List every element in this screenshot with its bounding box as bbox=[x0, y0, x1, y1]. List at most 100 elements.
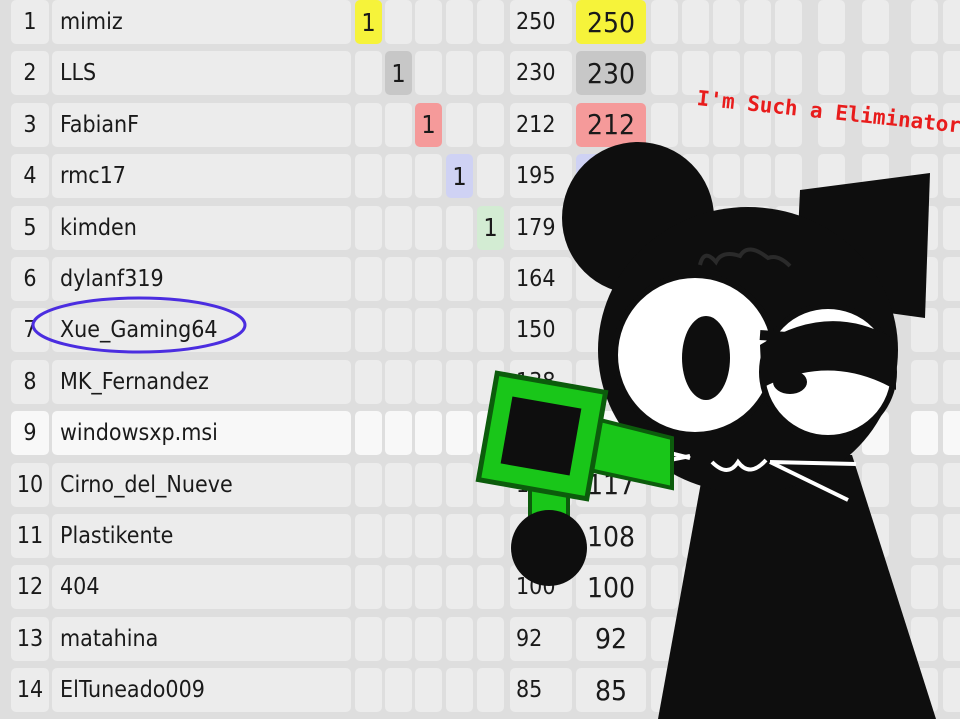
rank-cell: 13 bbox=[11, 616, 49, 661]
empty-cell bbox=[943, 308, 960, 353]
total-cell: 117 bbox=[576, 462, 646, 507]
round-cell: 1 bbox=[385, 51, 412, 96]
empty-cell bbox=[744, 0, 771, 44]
empty-cell bbox=[775, 359, 802, 404]
empty-cell bbox=[682, 514, 709, 558]
total-cell: 1 bbox=[576, 359, 646, 404]
empty-cell bbox=[682, 308, 709, 353]
player-name: MK_Fernandez bbox=[52, 359, 351, 404]
round-cell bbox=[477, 257, 504, 301]
player-name: 404 bbox=[52, 565, 351, 610]
empty-cell bbox=[911, 308, 938, 353]
round-cell bbox=[385, 257, 412, 301]
empty-cell bbox=[943, 51, 960, 96]
empty-cell bbox=[862, 0, 889, 44]
total-cell bbox=[576, 411, 646, 456]
empty-cell bbox=[713, 257, 740, 301]
round-cell bbox=[355, 514, 382, 558]
round-cell bbox=[415, 205, 442, 250]
total-cell: 250 bbox=[576, 0, 646, 44]
round-cell bbox=[477, 565, 504, 610]
empty-cell bbox=[943, 205, 960, 250]
player-name: Xue_Gaming64 bbox=[52, 308, 351, 353]
empty-cell bbox=[682, 0, 709, 44]
rank-cell: 2 bbox=[11, 51, 49, 96]
empty-cell bbox=[818, 359, 845, 404]
empty-cell bbox=[713, 154, 740, 199]
empty-cell bbox=[713, 514, 740, 558]
empty-cell bbox=[862, 514, 889, 558]
empty-cell bbox=[651, 514, 678, 558]
empty-cell bbox=[943, 668, 960, 713]
player-name: dylanf319 bbox=[52, 257, 351, 301]
empty-cell bbox=[911, 668, 938, 713]
empty-cell bbox=[911, 616, 938, 661]
round-cell bbox=[446, 668, 473, 713]
rank-cell: 9 bbox=[11, 411, 49, 456]
round-cell bbox=[415, 154, 442, 199]
empty-cell bbox=[775, 205, 802, 250]
empty-cell bbox=[651, 51, 678, 96]
empty-cell bbox=[775, 411, 802, 456]
empty-cell bbox=[651, 257, 678, 301]
empty-cell bbox=[943, 616, 960, 661]
round-cell bbox=[355, 102, 382, 147]
empty-cell bbox=[651, 668, 678, 713]
empty-cell bbox=[775, 565, 802, 610]
round-cell bbox=[446, 308, 473, 353]
empty-cell bbox=[651, 462, 678, 507]
rank-cell: 10 bbox=[11, 462, 49, 507]
round-cell: 1 bbox=[477, 205, 504, 250]
points-cell: 92 bbox=[510, 616, 572, 661]
empty-cell bbox=[651, 308, 678, 353]
total-cell: 212 bbox=[576, 102, 646, 147]
points-cell: 179 bbox=[510, 205, 572, 250]
empty-cell bbox=[818, 205, 845, 250]
empty-cell bbox=[682, 616, 709, 661]
empty-cell bbox=[713, 0, 740, 44]
round-cell bbox=[415, 0, 442, 44]
empty-cell bbox=[862, 257, 889, 301]
empty-cell bbox=[818, 257, 845, 301]
round-cell bbox=[477, 51, 504, 96]
empty-cell bbox=[744, 462, 771, 507]
empty-cell bbox=[862, 205, 889, 250]
round-cell bbox=[385, 565, 412, 610]
points-cell: 138 bbox=[510, 359, 572, 404]
empty-cell bbox=[713, 359, 740, 404]
round-cell bbox=[446, 514, 473, 558]
points-cell bbox=[510, 411, 572, 456]
empty-cell bbox=[943, 359, 960, 404]
empty-cell bbox=[818, 616, 845, 661]
round-cell bbox=[477, 668, 504, 713]
round-cell bbox=[446, 411, 473, 456]
empty-cell bbox=[943, 462, 960, 507]
empty-cell bbox=[713, 462, 740, 507]
round-cell bbox=[446, 102, 473, 147]
round-cell bbox=[446, 257, 473, 301]
points-cell: 195 bbox=[510, 154, 572, 199]
total-cell: 100 bbox=[576, 565, 646, 610]
empty-cell bbox=[713, 205, 740, 250]
empty-cell bbox=[744, 154, 771, 199]
total-cell: 85 bbox=[576, 668, 646, 713]
player-name: Cirno_del_Nueve bbox=[52, 462, 351, 507]
empty-cell bbox=[651, 0, 678, 44]
empty-cell bbox=[943, 514, 960, 558]
empty-cell bbox=[713, 411, 740, 456]
empty-cell bbox=[943, 154, 960, 199]
round-cell bbox=[446, 565, 473, 610]
empty-cell bbox=[862, 359, 889, 404]
round-cell bbox=[355, 359, 382, 404]
rank-cell: 4 bbox=[11, 154, 49, 199]
empty-cell bbox=[911, 0, 938, 44]
empty-cell bbox=[862, 154, 889, 199]
empty-cell bbox=[651, 359, 678, 404]
empty-cell bbox=[651, 205, 678, 250]
empty-cell bbox=[943, 257, 960, 301]
empty-cell bbox=[911, 411, 938, 456]
round-cell: 1 bbox=[355, 0, 382, 44]
empty-cell bbox=[651, 102, 678, 147]
round-cell bbox=[355, 668, 382, 713]
player-name: mimiz bbox=[52, 0, 351, 44]
